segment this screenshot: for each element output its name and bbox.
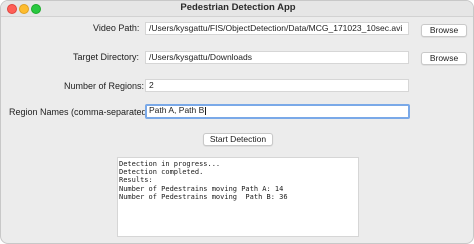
region-names-input[interactable]: Path A, Path B	[145, 104, 410, 119]
start-detection-button[interactable]: Start Detection	[203, 133, 273, 146]
browse-video-button[interactable]: Browse	[421, 24, 467, 37]
output-line: Number of Pedestrains moving Path B: 36	[119, 192, 288, 201]
output-line: Number of Pedestrains moving Path A: 14	[119, 184, 284, 193]
number-of-regions-label: Number of Regions:	[64, 81, 145, 91]
results-output[interactable]: Detection in progress... Detection comple…	[117, 157, 359, 237]
title-bar[interactable]: Pedestrian Detection App	[1, 1, 473, 17]
video-path-input[interactable]: /Users/kysgattu/FIS/ObjectDetection/Data…	[145, 22, 409, 35]
output-line: Detection completed.	[119, 168, 204, 177]
app-window: Pedestrian Detection App Video Path: /Us…	[0, 0, 474, 244]
target-directory-label: Target Directory:	[73, 52, 140, 62]
number-of-regions-input[interactable]: 2	[145, 79, 409, 92]
video-path-label: Video Path:	[93, 23, 140, 33]
target-directory-input[interactable]: /Users/kysgattu/Downloads	[145, 51, 409, 64]
region-names-value: Path A, Path B	[149, 105, 205, 115]
output-line: Detection in progress...	[119, 160, 221, 168]
browse-directory-button[interactable]: Browse	[421, 52, 467, 65]
window-title: Pedestrian Detection App	[180, 2, 296, 13]
output-line: Results:	[119, 176, 153, 185]
text-caret	[205, 106, 207, 115]
region-names-label: Region Names (comma-separated):	[9, 107, 153, 117]
